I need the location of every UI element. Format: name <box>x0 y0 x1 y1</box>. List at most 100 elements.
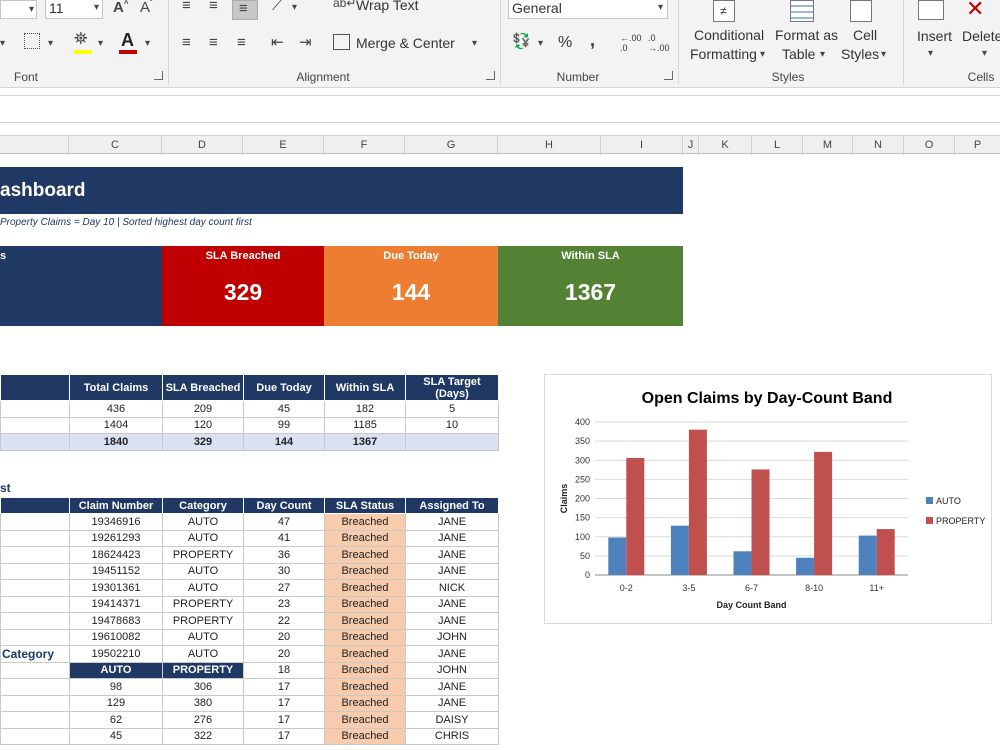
table-cell[interactable]: 23 <box>243 595 325 613</box>
table-cell[interactable]: 276 <box>162 711 244 729</box>
table-cell[interactable] <box>0 678 70 696</box>
cell-styles-button[interactable]: Cell Styles ▾ <box>840 0 896 66</box>
formula-bar[interactable] <box>0 95 1000 123</box>
table-cell[interactable]: JANE <box>405 645 499 663</box>
number-dialog-launcher[interactable] <box>664 71 673 80</box>
column-header[interactable]: K <box>699 136 752 155</box>
table-cell[interactable]: 19301361 <box>69 579 163 597</box>
sla-status-cell[interactable]: Breached <box>324 727 406 745</box>
column-header[interactable]: P <box>955 136 1000 155</box>
borders-dropdown[interactable]: ▾ <box>48 38 53 49</box>
fill-color-icon[interactable]: ⛯ <box>74 30 88 47</box>
column-header[interactable]: D <box>162 136 243 155</box>
column-header[interactable]: O <box>904 136 955 155</box>
table-cell[interactable] <box>0 513 70 531</box>
table-cell[interactable]: 1404 <box>69 416 163 434</box>
sla-status-cell[interactable]: Breached <box>324 628 406 646</box>
table-cell[interactable]: 5 <box>405 400 499 418</box>
decrease-indent-icon[interactable]: ⇤ <box>271 35 284 50</box>
claims-chart[interactable]: Open Claims by Day-Count Band 0 50 100 150 20… <box>544 374 992 624</box>
table-cell[interactable]: AUTO <box>69 661 163 679</box>
table-cell[interactable] <box>0 562 70 580</box>
table-cell[interactable]: JANE <box>405 694 499 712</box>
accounting-format-icon[interactable]: 💱 <box>512 34 531 49</box>
table-cell[interactable] <box>0 612 70 630</box>
sla-status-cell[interactable]: Breached <box>324 579 406 597</box>
font-name-combo[interactable]: ▾ <box>0 0 37 19</box>
alignment-dialog-launcher[interactable] <box>486 71 495 80</box>
sla-status-cell[interactable]: Breached <box>324 546 406 564</box>
table-cell[interactable] <box>405 433 499 451</box>
table-cell[interactable]: 436 <box>69 400 163 418</box>
table-cell[interactable] <box>0 661 70 679</box>
decrease-decimal-button[interactable]: .0 →.00 <box>648 33 670 53</box>
table-cell[interactable]: JANE <box>405 595 499 613</box>
font-color-dropdown[interactable]: ▾ <box>145 38 150 49</box>
align-bottom-icon[interactable]: ≡ <box>209 0 218 13</box>
fill-color-dropdown[interactable]: ▾ <box>98 38 103 49</box>
shrink-font-icon[interactable]: Aˇ <box>140 0 153 15</box>
column-header[interactable]: J <box>683 136 699 155</box>
underline-dropdown[interactable]: ▾ <box>0 38 5 49</box>
table-cell[interactable]: 120 <box>162 416 244 434</box>
table-cell[interactable]: 20 <box>243 628 325 646</box>
table-cell[interactable] <box>0 400 70 418</box>
table-cell[interactable]: DAISY <box>405 711 499 729</box>
table-cell[interactable] <box>0 595 70 613</box>
table-cell[interactable] <box>0 433 70 451</box>
table-cell[interactable]: AUTO <box>162 579 244 597</box>
table-cell[interactable]: NICK <box>405 579 499 597</box>
table-header[interactable]: Within SLA <box>324 374 406 401</box>
increase-decimal-button[interactable]: ←.00.0 <box>620 33 642 53</box>
table-cell[interactable]: PROPERTY <box>162 595 244 613</box>
table-cell[interactable]: AUTO <box>162 529 244 547</box>
table-cell[interactable]: PROPERTY <box>162 612 244 630</box>
increase-indent-icon[interactable]: ⇥ <box>299 35 312 50</box>
sla-status-cell[interactable]: Breached <box>324 694 406 712</box>
table-cell[interactable]: 22 <box>243 612 325 630</box>
table-cell[interactable]: 209 <box>162 400 244 418</box>
table-cell[interactable]: 17 <box>243 694 325 712</box>
insert-cells-button[interactable]: Insert ▾ <box>912 0 957 66</box>
column-header[interactable]: N <box>853 136 904 155</box>
align-middle-icon[interactable]: ≡ <box>182 0 191 13</box>
table-cell[interactable]: PROPERTY <box>162 661 244 679</box>
table-cell[interactable]: 27 <box>243 579 325 597</box>
table-cell[interactable]: 41 <box>243 529 325 547</box>
table-header[interactable]: Claim Number <box>69 497 163 514</box>
table-cell[interactable]: JANE <box>405 562 499 580</box>
sla-status-cell[interactable]: Breached <box>324 678 406 696</box>
merge-center-button[interactable]: Merge & Center ▾ <box>333 34 483 54</box>
percent-style-button[interactable]: % <box>558 34 572 52</box>
table-cell[interactable]: 1840 <box>69 433 163 451</box>
sla-status-cell[interactable]: Breached <box>324 562 406 580</box>
table-cell[interactable]: 17 <box>243 727 325 745</box>
table-cell[interactable]: JANE <box>405 529 499 547</box>
table-cell[interactable]: 17 <box>243 678 325 696</box>
orientation-icon[interactable]: ⟋ <box>272 0 283 13</box>
table-cell[interactable]: 19451152 <box>69 562 163 580</box>
table-cell[interactable]: 1367 <box>324 433 406 451</box>
font-color-icon[interactable]: A <box>121 31 134 49</box>
table-cell[interactable]: 36 <box>243 546 325 564</box>
column-header[interactable]: E <box>243 136 324 155</box>
table-cell[interactable]: 30 <box>243 562 325 580</box>
comma-style-button[interactable]: , <box>590 30 595 51</box>
table-cell[interactable]: AUTO <box>162 513 244 531</box>
align-left-icon[interactable]: ≡ <box>182 35 191 50</box>
table-cell[interactable]: 322 <box>162 727 244 745</box>
table-cell[interactable]: CHRIS <box>405 727 499 745</box>
table-cell[interactable]: 47 <box>243 513 325 531</box>
table-cell[interactable]: 19346916 <box>69 513 163 531</box>
conditional-formatting-button[interactable]: ≠ Conditional Formatting ▾ <box>686 0 766 66</box>
table-cell[interactable]: 20 <box>243 645 325 663</box>
table-cell[interactable]: 129 <box>69 694 163 712</box>
table-cell[interactable]: 329 <box>162 433 244 451</box>
table-cell[interactable] <box>0 694 70 712</box>
table-cell[interactable]: 18624423 <box>69 546 163 564</box>
column-header[interactable]: C <box>69 136 162 155</box>
align-center-icon[interactable]: ≡ <box>209 35 218 50</box>
table-cell[interactable]: 19414371 <box>69 595 163 613</box>
table-cell[interactable]: 182 <box>324 400 406 418</box>
table-cell[interactable] <box>0 579 70 597</box>
